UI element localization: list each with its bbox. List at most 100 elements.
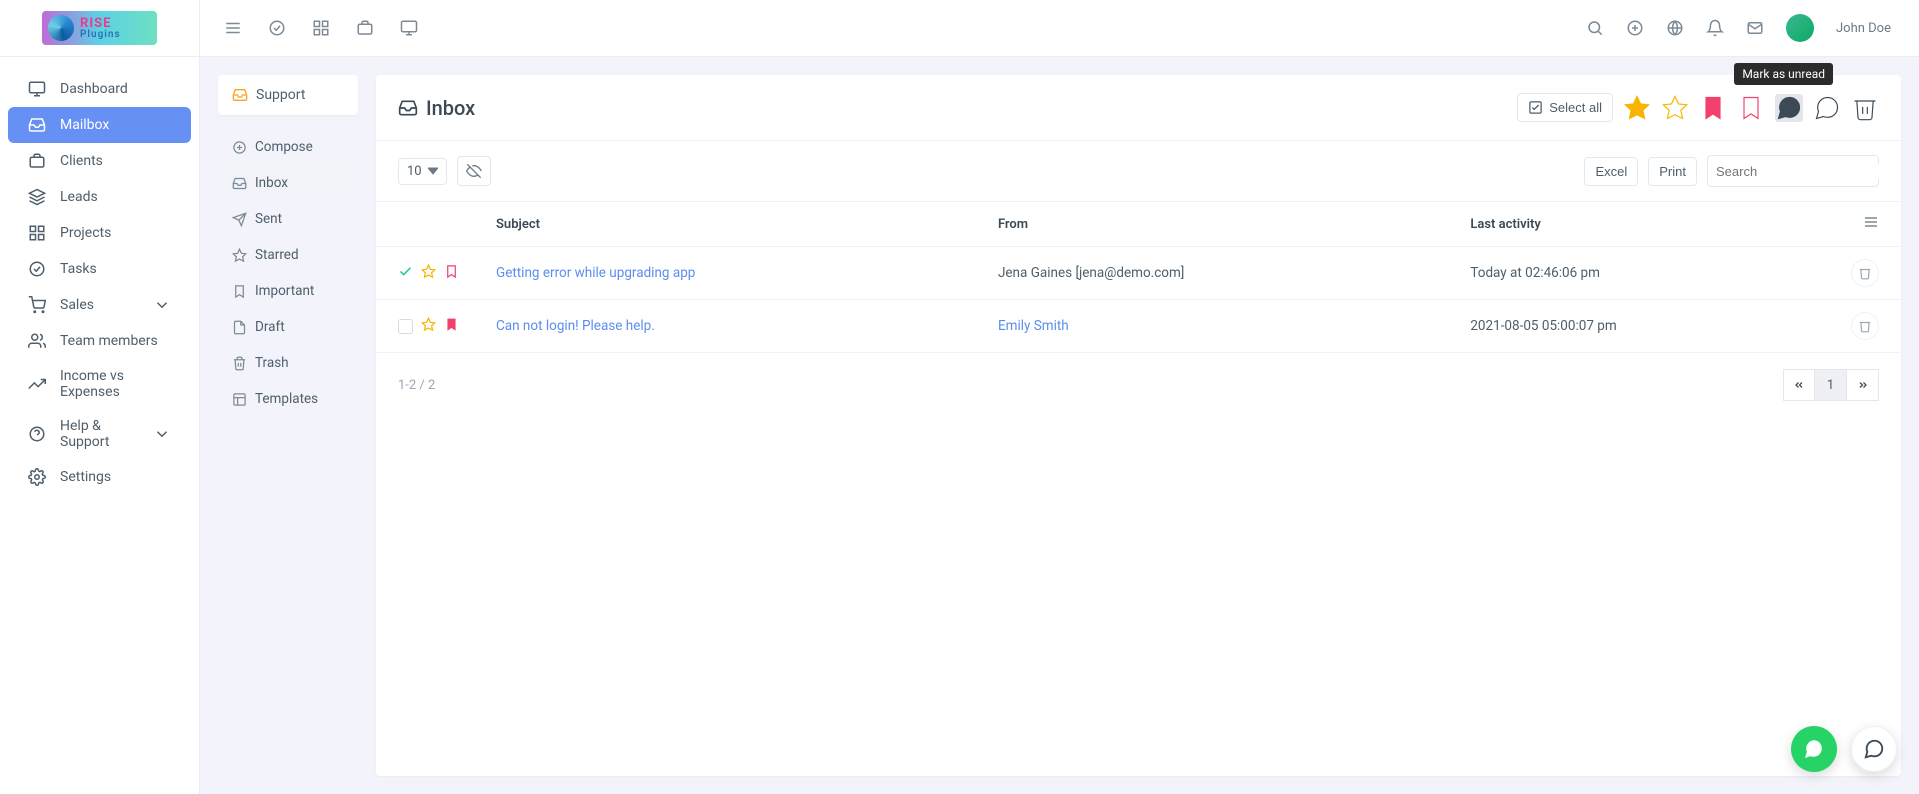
avatar[interactable] bbox=[1786, 14, 1814, 42]
range-label: 1-2 / 2 bbox=[398, 378, 435, 393]
sidebar-item-settings[interactable]: Settings bbox=[8, 459, 191, 495]
inbox-table: Subject From Last activity bbox=[376, 201, 1901, 353]
page-title: Inbox bbox=[398, 96, 475, 120]
check-icon[interactable] bbox=[398, 264, 413, 283]
inbox-icon bbox=[28, 116, 46, 134]
tooltip-mark-unread: Mark as unread bbox=[1734, 63, 1833, 85]
select-all-button[interactable]: Select all bbox=[1517, 93, 1613, 122]
sidebar-item-help[interactable]: Help & Support bbox=[8, 409, 191, 459]
print-button[interactable]: Print bbox=[1648, 157, 1697, 186]
hide-icon[interactable] bbox=[457, 156, 491, 186]
check-circle-icon bbox=[28, 260, 46, 278]
bell-icon[interactable] bbox=[1706, 19, 1724, 37]
monitor-icon bbox=[28, 80, 46, 98]
bookmark-icon[interactable] bbox=[444, 264, 459, 283]
sidebar-item-label: Mailbox bbox=[60, 117, 109, 133]
support-link[interactable]: Support bbox=[218, 75, 358, 115]
floating-actions bbox=[1791, 726, 1897, 772]
add-icon[interactable] bbox=[1626, 19, 1644, 37]
cart-icon bbox=[28, 296, 46, 314]
page-size-selector[interactable]: 10 bbox=[398, 158, 447, 185]
logo-area[interactable]: RISEPlugins bbox=[0, 0, 200, 56]
sidebar: Dashboard Mailbox Clients Leads Projects… bbox=[0, 57, 200, 794]
sidebar-item-tasks[interactable]: Tasks bbox=[8, 251, 191, 287]
export-excel-button[interactable]: Excel bbox=[1584, 157, 1638, 186]
subnav-item-starred[interactable]: Starred bbox=[218, 237, 358, 273]
grid-icon[interactable] bbox=[312, 19, 330, 37]
check-circle-icon[interactable] bbox=[268, 19, 286, 37]
star-icon[interactable] bbox=[421, 264, 436, 283]
columns-menu-icon[interactable] bbox=[1863, 219, 1879, 234]
sidebar-item-label: Projects bbox=[60, 225, 111, 241]
mark-read-icon[interactable] bbox=[1813, 94, 1841, 122]
subnav-item-compose[interactable]: Compose bbox=[218, 129, 358, 165]
briefcase-icon[interactable] bbox=[356, 19, 374, 37]
grid-icon bbox=[28, 224, 46, 242]
gear-icon bbox=[28, 468, 46, 486]
globe-icon[interactable] bbox=[1666, 19, 1684, 37]
checkbox[interactable] bbox=[398, 319, 413, 334]
row-delete-icon[interactable] bbox=[1851, 259, 1879, 287]
sidebar-item-sales[interactable]: Sales bbox=[8, 287, 191, 323]
pager: 1 bbox=[1783, 369, 1879, 401]
topbar-left-icons bbox=[200, 19, 418, 37]
search-icon[interactable] bbox=[1586, 19, 1604, 37]
sidebar-item-clients[interactable]: Clients bbox=[8, 143, 191, 179]
row-from[interactable]: Emily Smith bbox=[998, 318, 1069, 334]
sidebar-item-label: Tasks bbox=[60, 261, 97, 277]
col-subject[interactable]: Subject bbox=[486, 202, 988, 247]
subnav-item-trash[interactable]: Trash bbox=[218, 345, 358, 381]
bookmark-outline-icon[interactable] bbox=[1737, 94, 1765, 122]
sidebar-item-label: Help & Support bbox=[60, 418, 139, 450]
sidebar-item-label: Settings bbox=[60, 469, 111, 485]
col-last-activity[interactable]: Last activity bbox=[1460, 202, 1841, 247]
sidebar-item-team[interactable]: Team members bbox=[8, 323, 191, 359]
row-last-activity: Today at 02:46:06 pm bbox=[1470, 265, 1600, 281]
toolbar: 10 Excel Print bbox=[376, 141, 1901, 201]
star-icon[interactable] bbox=[421, 317, 436, 336]
monitor-icon[interactable] bbox=[400, 19, 418, 37]
mail-icon[interactable] bbox=[1746, 19, 1764, 37]
sidebar-item-label: Income vs Expenses bbox=[60, 368, 171, 400]
subnav-item-templates[interactable]: Templates bbox=[218, 381, 358, 417]
sidebar-item-label: Clients bbox=[60, 153, 103, 169]
trending-icon bbox=[28, 375, 46, 393]
pager-page-1[interactable]: 1 bbox=[1815, 369, 1847, 401]
bookmark-filled-icon[interactable] bbox=[1699, 94, 1727, 122]
sidebar-item-label: Leads bbox=[60, 189, 98, 205]
col-from[interactable]: From bbox=[988, 202, 1460, 247]
username[interactable]: John Doe bbox=[1836, 21, 1891, 36]
sidebar-item-label: Sales bbox=[60, 297, 94, 313]
search-input[interactable] bbox=[1716, 164, 1892, 179]
mark-unread-icon[interactable] bbox=[1775, 94, 1803, 122]
logo: RISEPlugins bbox=[42, 11, 157, 45]
support-label: Support bbox=[256, 87, 305, 103]
row-delete-icon[interactable] bbox=[1851, 312, 1879, 340]
row-subject[interactable]: Getting error while upgrading app bbox=[496, 265, 695, 281]
subnav-item-sent[interactable]: Sent bbox=[218, 201, 358, 237]
row-subject[interactable]: Can not login! Please help. bbox=[496, 318, 655, 334]
search-field[interactable] bbox=[1707, 155, 1879, 187]
bookmark-icon[interactable] bbox=[444, 317, 459, 336]
delete-icon[interactable] bbox=[1851, 94, 1879, 122]
chat-fab[interactable] bbox=[1851, 726, 1897, 772]
table-row[interactable]: Can not login! Please help. Emily Smith … bbox=[376, 300, 1901, 353]
pager-last[interactable] bbox=[1847, 369, 1879, 401]
help-icon bbox=[28, 425, 46, 443]
star-outline-icon[interactable] bbox=[1661, 94, 1689, 122]
sidebar-item-mailbox[interactable]: Mailbox bbox=[8, 107, 191, 143]
star-filled-icon[interactable] bbox=[1623, 94, 1651, 122]
sidebar-item-income[interactable]: Income vs Expenses bbox=[8, 359, 191, 409]
subnav-item-draft[interactable]: Draft bbox=[218, 309, 358, 345]
sidebar-item-leads[interactable]: Leads bbox=[8, 179, 191, 215]
sidebar-item-projects[interactable]: Projects bbox=[8, 215, 191, 251]
sidebar-item-dashboard[interactable]: Dashboard bbox=[8, 71, 191, 107]
menu-icon[interactable] bbox=[224, 19, 242, 37]
pager-first[interactable] bbox=[1783, 369, 1815, 401]
subnav-item-inbox[interactable]: Inbox bbox=[218, 165, 358, 201]
sidebar-item-label: Dashboard bbox=[60, 81, 128, 97]
whatsapp-fab[interactable] bbox=[1791, 726, 1837, 772]
table-row[interactable]: Getting error while upgrading app Jena G… bbox=[376, 247, 1901, 300]
subnav-item-important[interactable]: Important bbox=[218, 273, 358, 309]
sidebar-item-label: Team members bbox=[60, 333, 158, 349]
